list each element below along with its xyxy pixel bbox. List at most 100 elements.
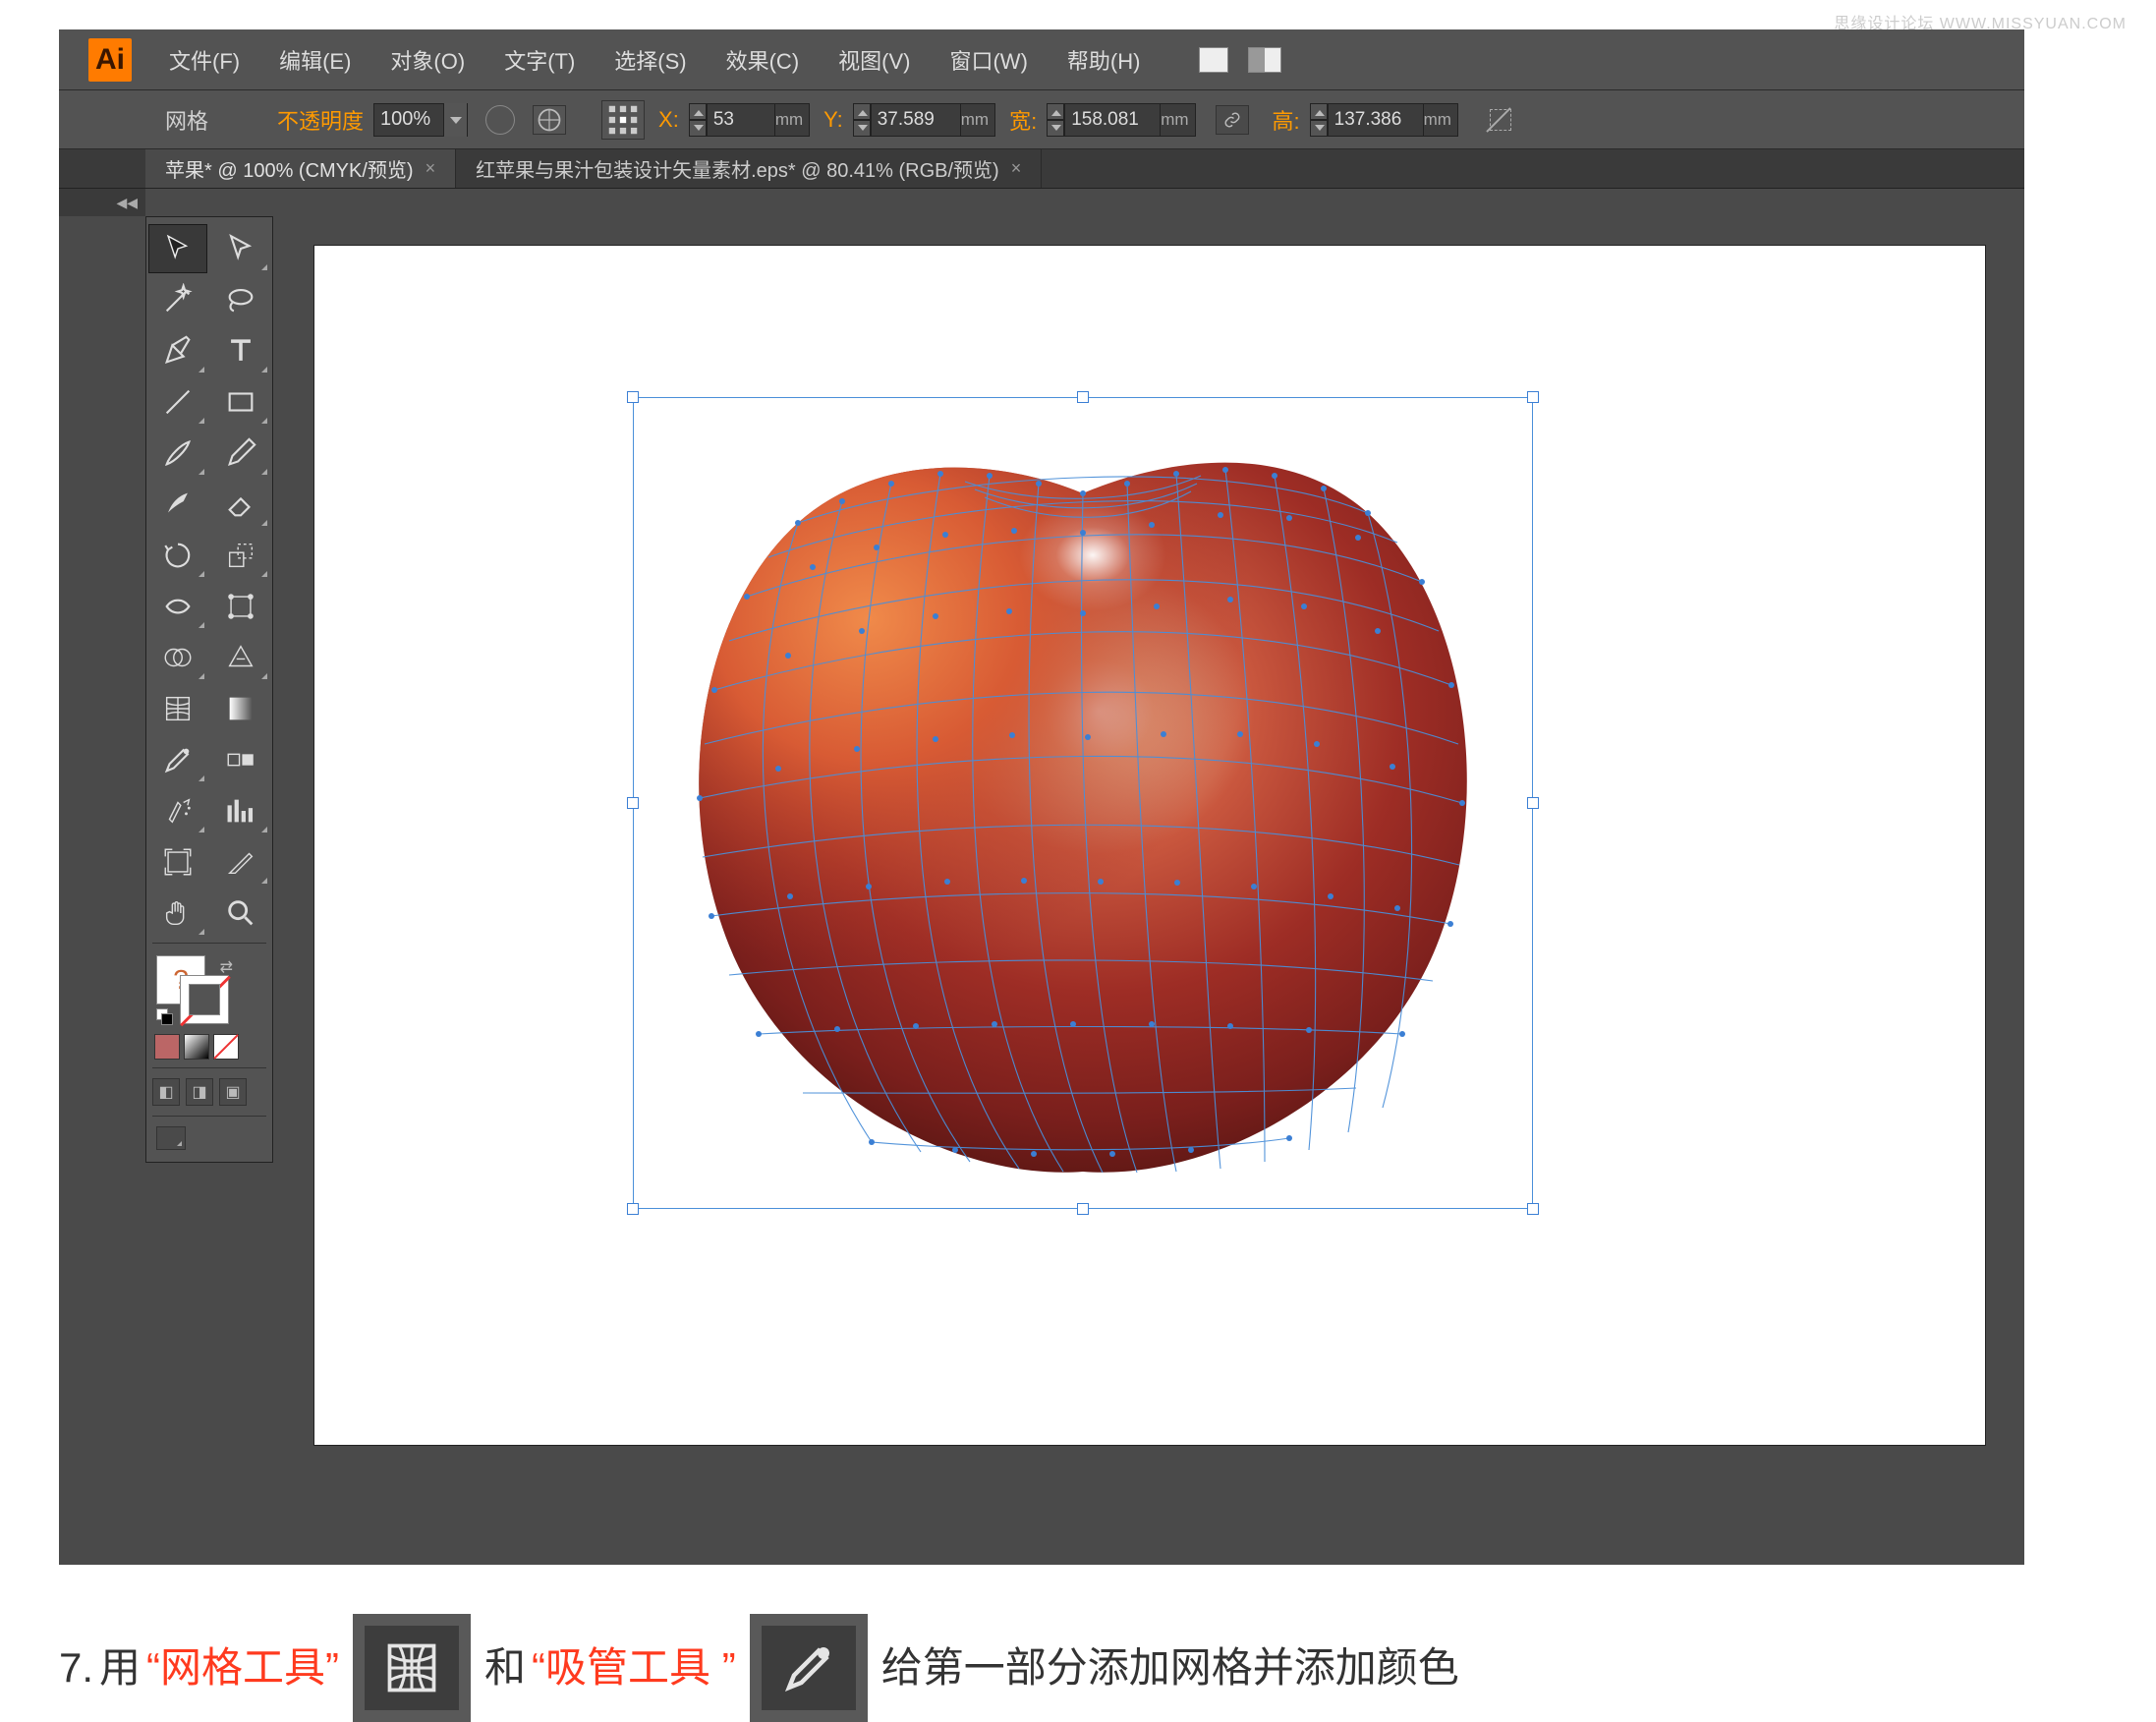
tools-panel: ? ⇄ ◧ ◨ ▣: [145, 216, 273, 1163]
bbox-handle[interactable]: [627, 1203, 639, 1215]
stroke-swatch[interactable]: [180, 975, 229, 1024]
lasso-tool[interactable]: [211, 275, 270, 324]
constrain-link-icon[interactable]: [1216, 105, 1249, 135]
bbox-handle[interactable]: [627, 391, 639, 403]
menu-window[interactable]: 窗口(W): [930, 38, 1047, 82]
instruction-text-1: 用: [99, 1635, 141, 1700]
bbox-handle[interactable]: [1527, 391, 1539, 403]
style-quick-icon[interactable]: [485, 105, 515, 135]
eraser-tool[interactable]: [211, 480, 270, 529]
artboard-tool[interactable]: [148, 837, 207, 887]
draw-normal-icon[interactable]: ◧: [152, 1078, 180, 1106]
instruction-red-1: “网格工具”: [146, 1635, 339, 1700]
menu-select[interactable]: 选择(S): [595, 38, 706, 82]
x-spinner[interactable]: [689, 103, 707, 137]
swap-fill-stroke-icon[interactable]: ⇄: [220, 957, 233, 977]
screen-mode-icon[interactable]: [156, 1126, 186, 1150]
width-tool[interactable]: [148, 582, 207, 631]
mesh-tool[interactable]: [148, 684, 207, 733]
color-mode-icon[interactable]: [154, 1034, 180, 1060]
rectangle-tool[interactable]: [211, 377, 270, 427]
tab-inactive-label: 红苹果与果汁包装设计矢量素材.eps* @ 80.41% (RGB/预览): [476, 154, 999, 183]
bbox-handle[interactable]: [1077, 1203, 1089, 1215]
h-spinner[interactable]: [1310, 103, 1328, 137]
panel-collapse-strip[interactable]: ◀◀: [59, 189, 145, 216]
direct-selection-tool[interactable]: [211, 224, 270, 273]
w-unit: mm: [1161, 103, 1195, 137]
x-field[interactable]: [707, 103, 775, 137]
symbol-sprayer-tool[interactable]: [148, 786, 207, 835]
y-label: Y:: [823, 107, 843, 133]
blob-brush-tool[interactable]: [148, 480, 207, 529]
menu-view[interactable]: 视图(V): [819, 38, 930, 82]
gradient-mode-icon[interactable]: [184, 1034, 209, 1060]
type-tool[interactable]: [211, 326, 270, 375]
close-icon[interactable]: ×: [426, 158, 436, 179]
hand-tool[interactable]: [148, 889, 207, 938]
w-field[interactable]: [1064, 103, 1161, 137]
isolate-mode-icon[interactable]: [1486, 105, 1515, 135]
perspective-grid-tool[interactable]: [211, 633, 270, 682]
blend-tool[interactable]: [211, 735, 270, 784]
menu-edit[interactable]: 编辑(E): [259, 38, 370, 82]
x-label: X:: [658, 107, 679, 133]
h-field[interactable]: [1328, 103, 1424, 137]
eyedropper-tool-chip: [750, 1614, 868, 1722]
menubar-right-icons: [1199, 47, 1281, 73]
bbox-handle[interactable]: [1527, 1203, 1539, 1215]
draw-inside-icon[interactable]: ▣: [219, 1078, 247, 1106]
tab-active[interactable]: 苹果* @ 100% (CMYK/预览) ×: [145, 149, 456, 188]
bbox-handle[interactable]: [1527, 797, 1539, 809]
draw-behind-icon[interactable]: ◨: [186, 1078, 213, 1106]
illustrator-window: Ai 文件(F) 编辑(E) 对象(O) 文字(T) 选择(S) 效果(C) 视…: [59, 29, 2024, 1565]
eyedropper-tool[interactable]: [148, 735, 207, 784]
recolor-icon[interactable]: [533, 105, 566, 135]
canvas-area[interactable]: [295, 216, 2024, 1565]
mesh-tool-chip: [353, 1614, 471, 1722]
pen-tool[interactable]: [148, 326, 207, 375]
mesh-apple-object[interactable]: [641, 405, 1525, 1201]
fill-stroke-swatch[interactable]: ? ⇄: [146, 947, 272, 1063]
menu-help[interactable]: 帮助(H): [1048, 38, 1161, 82]
h-label: 高:: [1273, 104, 1300, 136]
control-bar: 网格 不透明度 X: mm Y:: [59, 90, 2024, 149]
w-spinner[interactable]: [1047, 103, 1064, 137]
magic-wand-tool[interactable]: [148, 275, 207, 324]
tab-inactive[interactable]: 红苹果与果汁包装设计矢量素材.eps* @ 80.41% (RGB/预览) ×: [456, 149, 1042, 188]
close-icon[interactable]: ×: [1011, 158, 1022, 179]
shape-builder-tool[interactable]: [148, 633, 207, 682]
bbox-handle[interactable]: [627, 797, 639, 809]
opacity-field[interactable]: [374, 104, 443, 136]
none-mode-icon[interactable]: [213, 1034, 239, 1060]
y-spinner[interactable]: [853, 103, 871, 137]
scale-tool[interactable]: [211, 531, 270, 580]
column-graph-tool[interactable]: [211, 786, 270, 835]
chevron-left-icon: ◀◀: [116, 195, 138, 211]
line-tool[interactable]: [148, 377, 207, 427]
free-transform-tool[interactable]: [211, 582, 270, 631]
y-field[interactable]: [871, 103, 961, 137]
w-field-wrap: mm: [1047, 103, 1195, 137]
menu-file[interactable]: 文件(F): [149, 38, 259, 82]
selection-bounding-box[interactable]: [633, 397, 1533, 1209]
pencil-tool[interactable]: [211, 429, 270, 478]
eyedropper-icon: [779, 1638, 838, 1697]
arrange-docs-icon[interactable]: [1248, 47, 1281, 73]
menu-type[interactable]: 文字(T): [484, 38, 595, 82]
reference-point-picker[interactable]: [601, 100, 645, 140]
selection-tool[interactable]: [148, 224, 207, 273]
bridge-icon[interactable]: [1199, 47, 1228, 73]
gradient-tool[interactable]: [211, 684, 270, 733]
menu-bar: Ai 文件(F) 编辑(E) 对象(O) 文字(T) 选择(S) 效果(C) 视…: [59, 29, 2024, 90]
rotate-tool[interactable]: [148, 531, 207, 580]
menu-object[interactable]: 对象(O): [370, 38, 484, 82]
zoom-tool[interactable]: [211, 889, 270, 938]
menu-effect[interactable]: 效果(C): [707, 38, 820, 82]
opacity-dropdown-icon[interactable]: [443, 103, 467, 137]
default-fill-stroke-icon[interactable]: [156, 1008, 176, 1028]
bbox-handle[interactable]: [1077, 391, 1089, 403]
paintbrush-tool[interactable]: [148, 429, 207, 478]
slice-tool[interactable]: [211, 837, 270, 887]
y-field-wrap: mm: [853, 103, 995, 137]
opacity-input[interactable]: [373, 103, 468, 137]
